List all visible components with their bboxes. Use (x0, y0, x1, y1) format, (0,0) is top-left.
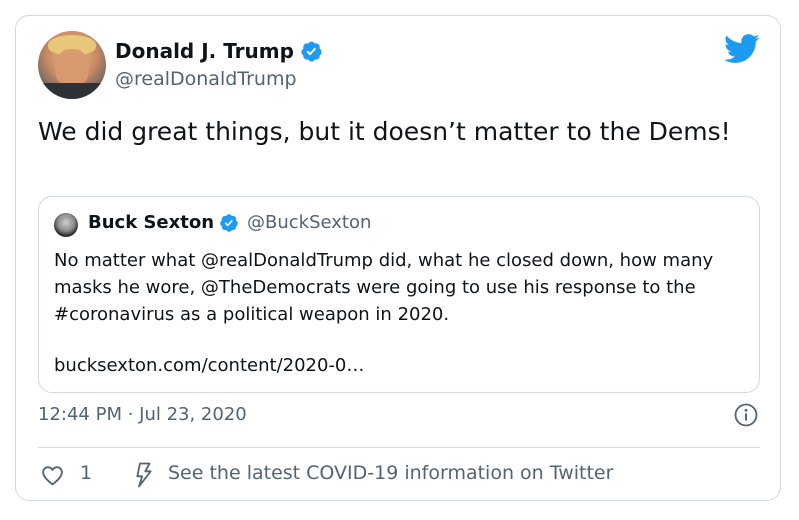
author-name[interactable]: Donald J. Trump (115, 39, 294, 63)
info-icon[interactable] (734, 403, 758, 427)
covid-info-link[interactable]: See the latest COVID-19 information on T… (168, 462, 613, 484)
heart-icon[interactable] (40, 463, 65, 488)
tweet-timestamp[interactable]: 12:44 PM · Jul 23, 2020 (38, 404, 247, 425)
tweet-text: We did great things, but it doesn’t matt… (38, 117, 731, 146)
verified-badge-icon (220, 213, 238, 232)
tweet-card: Donald J. Trump @realDonaldTrump We did … (15, 15, 781, 501)
quoted-author-handle[interactable]: @BuckSexton (247, 212, 371, 233)
verified-badge-icon (301, 40, 322, 62)
quoted-tweet-link[interactable]: bucksexton.com/content/2020-0… (54, 355, 364, 376)
quoted-author-name[interactable]: Buck Sexton (88, 212, 214, 233)
lightning-bolt-icon (136, 462, 152, 488)
divider (38, 447, 760, 448)
like-count: 1 (80, 462, 93, 484)
twitter-bird-icon[interactable] (724, 34, 760, 64)
author-handle[interactable]: @realDonaldTrump (115, 68, 297, 90)
quoted-tweet-header: Buck Sexton @BuckSexton (88, 212, 371, 233)
author-name-row: Donald J. Trump (115, 39, 323, 63)
quoted-tweet[interactable]: Buck Sexton @BuckSexton No matter what @… (38, 196, 760, 393)
quoted-tweet-text: No matter what @realDonaldTrump did, wha… (54, 250, 714, 325)
author-avatar[interactable] (38, 31, 106, 99)
quoted-author-avatar[interactable] (54, 213, 78, 237)
